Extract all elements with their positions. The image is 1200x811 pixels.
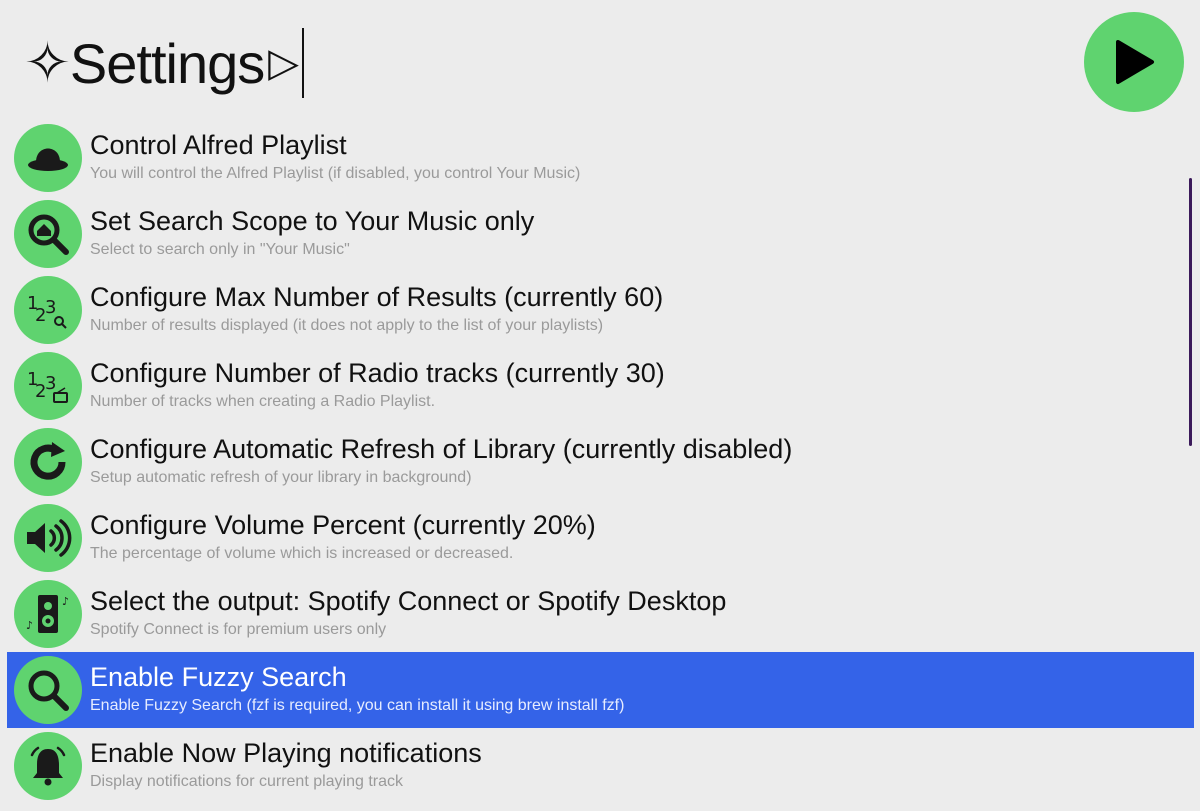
result-title: Select the output: Spotify Connect or Sp… [90,586,727,616]
result-row-search-scope[interactable]: Set Search Scope to Your Music only Sele… [7,196,1194,272]
svg-text:♪: ♪ [62,595,69,608]
svg-text:3: 3 [45,373,56,394]
result-row-radio-tracks[interactable]: 1 2 3 Configure Number of Radio tracks (… [7,348,1194,424]
search-home-icon [14,200,82,268]
result-subtitle: Number of tracks when creating a Radio P… [90,393,436,410]
volume-icon [14,504,82,572]
result-subtitle: Select to search only in "Your Music" [90,241,350,258]
speaker-icon: ♪ ♪ [14,580,82,648]
result-subtitle: You will control the Alfred Playlist (if… [90,165,581,182]
play-button[interactable] [1084,12,1184,112]
search-query[interactable]: ✧ Settings ▷ [24,26,305,100]
result-subtitle: Spotify Connect is for premium users onl… [90,621,387,638]
arrow-icon: ▷ [268,41,299,85]
refresh-icon [14,428,82,496]
result-subtitle: The percentage of volume which is increa… [90,545,514,562]
alfred-hat-icon [14,124,82,192]
result-title: Configure Max Number of Results (current… [90,282,664,312]
numbers-radio-icon: 1 2 3 [14,352,82,420]
sparkle-icon: ✧ [24,31,71,94]
result-title: Enable Fuzzy Search [90,662,347,692]
result-row-control-alfred-playlist[interactable]: Control Alfred Playlist You will control… [7,120,1194,196]
svg-text:♪: ♪ [26,619,33,632]
result-title: Configure Automatic Refresh of Library (… [90,434,793,464]
result-subtitle: Display notifications for current playin… [90,773,404,790]
text-cursor [302,28,305,98]
result-title: Configure Number of Radio tracks (curren… [90,358,665,388]
result-title: Configure Volume Percent (currently 20%) [90,510,596,540]
result-row-volume-percent[interactable]: Configure Volume Percent (currently 20%)… [7,500,1194,576]
result-row-select-output[interactable]: ♪ ♪ Select the output: Spotify Connect o… [7,576,1194,652]
alfred-window: ✧ Settings ▷ Control Alfred Playlist You… [0,0,1200,811]
query-text[interactable]: Settings [70,31,265,96]
svg-text:3: 3 [45,297,56,318]
scrollbar[interactable] [1189,178,1192,446]
result-row-auto-refresh[interactable]: Configure Automatic Refresh of Library (… [7,424,1194,500]
bell-icon [14,732,82,800]
play-icon [1116,40,1154,84]
result-title: Set Search Scope to Your Music only [90,206,535,236]
result-row-fuzzy-search[interactable]: Enable Fuzzy Search Enable Fuzzy Search … [7,652,1194,728]
result-row-max-results[interactable]: 1 2 3 Configure Max Number of Results (c… [7,272,1194,348]
search-icon [14,656,82,724]
result-subtitle: Setup automatic refresh of your library … [90,469,472,486]
numbers-search-icon: 1 2 3 [14,276,82,344]
result-title: Control Alfred Playlist [90,130,347,160]
result-row-now-playing-notifications[interactable]: Enable Now Playing notifications Display… [7,728,1194,804]
result-subtitle: Number of results displayed (it does not… [90,317,604,334]
result-title: Enable Now Playing notifications [90,738,482,768]
results-list: Control Alfred Playlist You will control… [7,120,1194,804]
result-subtitle: Enable Fuzzy Search (fzf is required, yo… [90,697,625,714]
